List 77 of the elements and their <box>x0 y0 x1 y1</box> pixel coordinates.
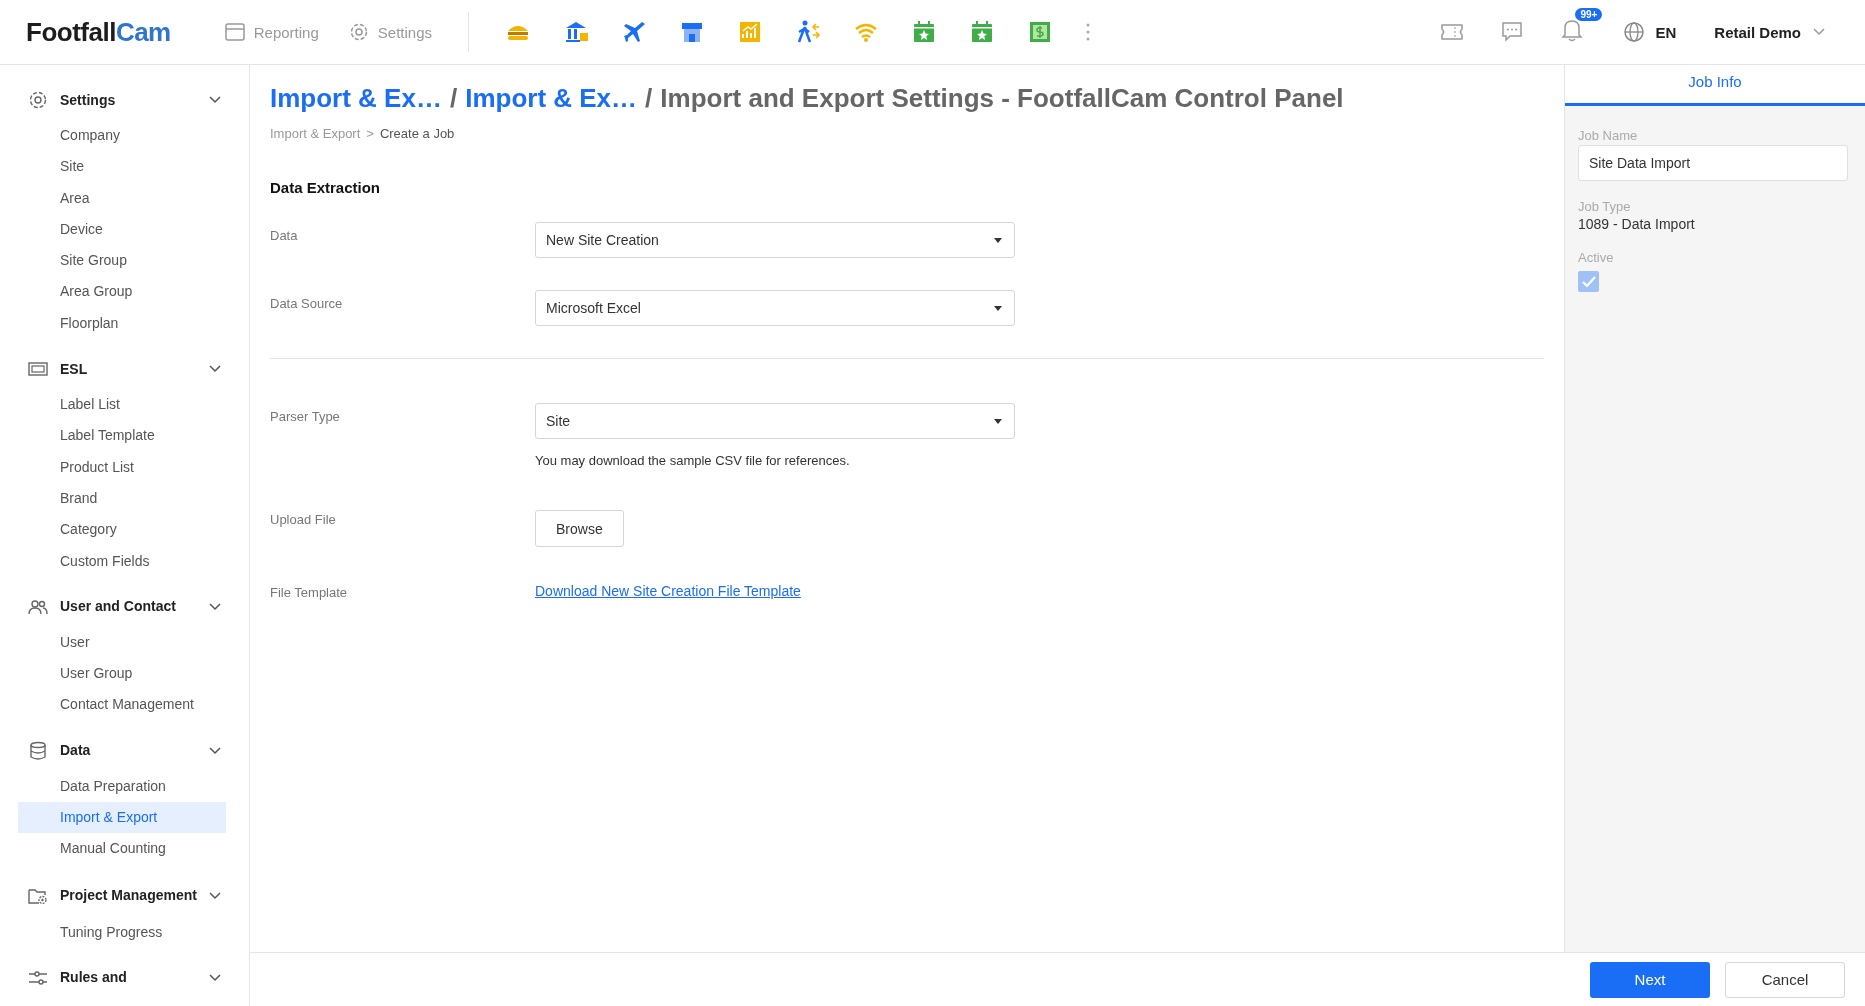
calendar-icon[interactable] <box>969 19 995 45</box>
language-selector[interactable]: EN <box>1623 21 1677 43</box>
chart-icon[interactable] <box>737 19 763 45</box>
sidebar-group-header[interactable]: Project Management <box>18 874 249 917</box>
title-link[interactable]: Import & Ex… <box>465 83 638 114</box>
sidebar-item[interactable]: Data Preparation <box>18 770 226 803</box>
sidebar-item[interactable]: Category <box>18 514 226 546</box>
sidebar-item[interactable]: Company <box>18 120 226 152</box>
window-icon <box>224 23 245 41</box>
section-title: Data Extraction <box>270 179 382 196</box>
sidebar-item[interactable]: Manual Counting <box>18 833 226 865</box>
title-separator: / <box>449 83 458 114</box>
sidebar-group-header[interactable]: Rules and <box>18 957 249 998</box>
breadcrumb-separator: > <box>366 126 374 141</box>
download-link[interactable]: Download New Site Creation File Template <box>535 579 801 599</box>
notification-count: 99+ <box>1575 8 1603 21</box>
dropdown[interactable]: Site <box>535 403 1015 439</box>
caret-icon <box>994 237 1002 243</box>
walking-person-icon[interactable] <box>795 19 821 45</box>
sidebar-item[interactable]: Device <box>18 213 226 246</box>
settings-icon <box>28 90 48 110</box>
chevron-down-icon <box>1813 28 1825 36</box>
sidebar-item[interactable]: Label List <box>18 389 226 421</box>
settings-icon <box>348 22 369 42</box>
cancel-button[interactable]: Cancel <box>1725 961 1845 998</box>
field-label: Data <box>270 227 299 245</box>
sidebar-item[interactable]: Site <box>18 151 226 183</box>
sidebar-item[interactable]: Import & Export <box>18 802 226 834</box>
sidebar-group-header[interactable]: Data <box>18 730 249 771</box>
field-label: Job Type <box>1578 199 1631 214</box>
next-button[interactable]: Next <box>1590 961 1710 998</box>
more-icon[interactable] <box>1085 22 1091 42</box>
account-menu[interactable]: Retail Demo <box>1714 23 1825 41</box>
field-label: Data Source <box>270 295 344 313</box>
caret-icon <box>994 305 1002 311</box>
sidebar-item[interactable]: Tuning Progress <box>18 916 226 948</box>
sidebar-group-header[interactable]: User and Contact <box>18 586 249 627</box>
dropdown[interactable]: Microsoft Excel <box>535 290 1015 326</box>
chat-icon[interactable] <box>1501 21 1524 43</box>
airplane-icon[interactable] <box>621 19 647 45</box>
sidebar-item[interactable]: Area Group <box>18 276 226 308</box>
sidebar-item[interactable]: User Group <box>18 658 226 690</box>
calendar-icon[interactable] <box>911 19 937 45</box>
sidebar-item[interactable]: Brand <box>18 482 226 515</box>
sidebar-item[interactable]: Label Template <box>18 420 226 452</box>
hint-text: You may download the sample CSV file for references. <box>535 453 851 468</box>
field-label: Job Name <box>1578 128 1638 143</box>
field-label: Parser Type <box>270 408 341 426</box>
job-type-value: 1089 - Data Import <box>1578 216 1695 232</box>
notification-bell-icon[interactable] <box>1561 18 1584 42</box>
job-name-field[interactable]: Site Data Import <box>1578 145 1848 181</box>
sidebar-item[interactable]: Area <box>18 182 226 214</box>
field-label: File Template <box>270 584 349 600</box>
sidebar-group-header[interactable]: ESL <box>18 349 249 390</box>
globe-icon <box>1623 21 1646 43</box>
field-label: Upload File <box>270 511 337 529</box>
dropdown[interactable]: New Site Creation <box>535 222 1015 258</box>
title-link[interactable]: Import & Ex… <box>270 83 442 114</box>
sidebar-item[interactable]: Floorplan <box>18 307 226 340</box>
logo[interactable]: FootfallCam <box>26 16 171 48</box>
title-separator: / <box>645 83 653 114</box>
sidebar-item[interactable]: Product List <box>18 451 226 483</box>
browse-button[interactable]: Browse <box>535 510 624 547</box>
caret-icon <box>994 418 1002 424</box>
money-sheet-icon[interactable] <box>1027 19 1053 45</box>
sidebar-item[interactable]: Site Group <box>18 245 226 277</box>
sidebar-item[interactable]: Contact Management <box>18 689 226 721</box>
database-icon <box>28 740 48 761</box>
panel-tab[interactable]: Job Info <box>1565 65 1865 106</box>
bank-icon[interactable] <box>563 19 589 45</box>
sidebar-item[interactable]: User <box>18 626 226 659</box>
sidebar-item[interactable]: Custom Fields <box>18 545 226 577</box>
sidebar-group-header[interactable]: Settings <box>18 80 249 120</box>
ticket-icon[interactable] <box>1441 24 1464 40</box>
page-title: Import and Export Settings - FootfallCam Control Panel <box>660 83 1344 114</box>
breadcrumb-current: Create a Job <box>379 126 455 141</box>
field-label: Active <box>1578 250 1614 265</box>
